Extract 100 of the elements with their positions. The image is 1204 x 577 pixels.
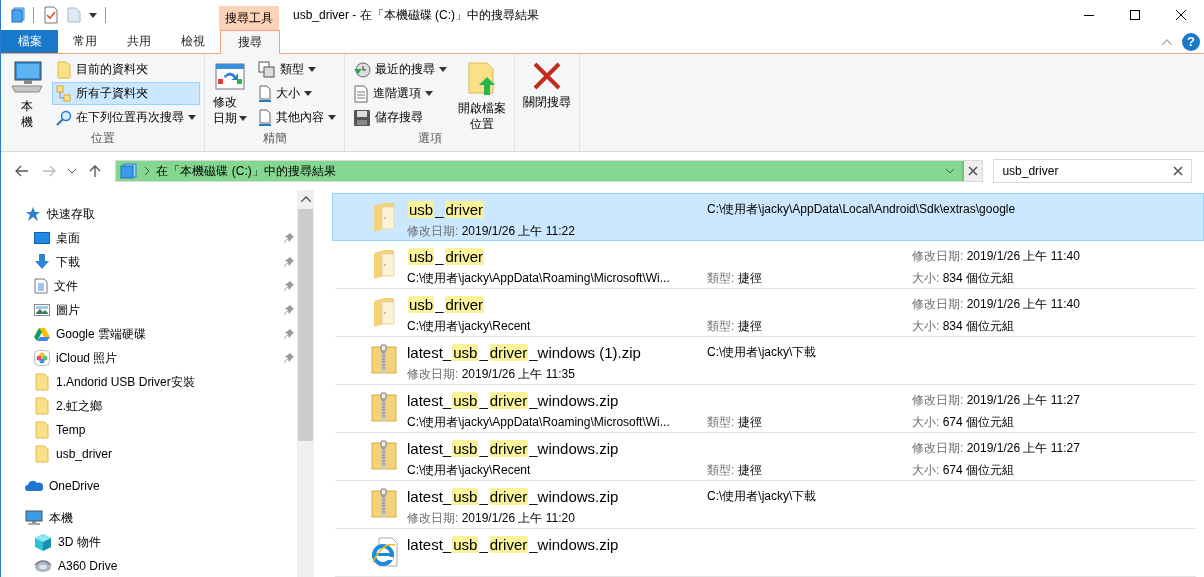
result-row[interactable]: latest_usb_driver_windows.zip xyxy=(335,529,1196,577)
pin-icon[interactable] xyxy=(283,328,295,340)
ribbon-tab[interactable]: 常用 xyxy=(58,30,112,53)
nav-item[interactable]: 2.虹之鄉 xyxy=(1,394,297,418)
calendar-icon xyxy=(215,61,245,91)
path-text: C:\使用者\jacky\AppData\Roaming\Microsoft\Wi... xyxy=(407,269,670,287)
group-label: 選項 xyxy=(417,131,442,145)
nav-item[interactable]: 本機 xyxy=(1,506,297,530)
result-row[interactable]: latest_usb_driver_windows.zip 修改日期: 2019/1/26 上午 11:27 C:\使用者\jacky\Recent 類型: 捷徑 大小: 674 個位元組 xyxy=(335,433,1196,481)
pin-icon[interactable] xyxy=(283,304,295,316)
web-file-icon xyxy=(371,536,399,568)
checklist-icon[interactable] xyxy=(43,6,59,24)
document-icon xyxy=(34,278,48,294)
help-button[interactable]: ? xyxy=(1182,32,1200,51)
pin-icon[interactable] xyxy=(283,232,295,244)
up-arrow-icon xyxy=(88,164,101,178)
nav-item[interactable]: 3D 物件 xyxy=(1,530,297,554)
ribbon-button[interactable]: 開啟檔案位置 xyxy=(454,58,510,130)
ribbon-button[interactable]: 所有子資料夾 xyxy=(52,82,200,105)
nav-item[interactable]: iCloud 照片 xyxy=(1,346,297,370)
recent-locations-caret-icon[interactable] xyxy=(67,168,76,174)
pin-icon[interactable] xyxy=(283,352,295,364)
ribbon-button[interactable]: 大小 xyxy=(254,82,340,105)
list-icon xyxy=(353,84,369,103)
dropdown-caret-icon[interactable] xyxy=(946,168,955,174)
ribbon-button[interactable]: 在下列位置再次搜尋 xyxy=(52,106,200,129)
result-row[interactable]: latest_usb_driver_windows (1).zip C:\使用者\jacky\下載 修改日期: 2019/1/26 上午 11:35 xyxy=(335,337,1196,385)
folder-icon xyxy=(56,60,72,79)
detail-text: 修改日期: 2019/1/26 上午 11:40 xyxy=(912,295,1080,313)
back-button[interactable] xyxy=(13,165,31,177)
ribbon-button[interactable]: 修改日期 xyxy=(209,58,251,130)
detail-text: 修改日期: 2019/1/26 上午 11:35 xyxy=(407,365,575,383)
folder-icon xyxy=(371,296,397,328)
nav-item[interactable]: 快速存取 xyxy=(1,202,297,226)
download-arrow-icon xyxy=(34,254,50,270)
ribbon-tab[interactable]: 檢視 xyxy=(166,30,220,53)
result-row[interactable]: latest_usb_driver_windows.zip C:\使用者\jacky\下載 修改日期: 2019/1/26 上午 11:20 xyxy=(335,481,1196,529)
group-label: 精簡 xyxy=(262,131,287,145)
ribbon-button[interactable]: 本機 xyxy=(5,58,49,130)
nav-item[interactable]: usb_driver xyxy=(1,442,297,466)
file-name: usb_driver xyxy=(407,295,486,313)
scrollbar[interactable] xyxy=(297,190,314,577)
ribbon-button[interactable]: 最近的搜尋 xyxy=(349,58,451,81)
pin-icon[interactable] xyxy=(283,256,295,268)
path-text: C:\使用者\jacky\Recent xyxy=(407,461,531,479)
ribbon-tab[interactable]: 搜尋 xyxy=(220,30,280,54)
picture-icon xyxy=(34,303,50,317)
detail-text: 修改日期: 2019/1/26 上午 11:27 xyxy=(912,439,1080,457)
nav-item[interactable]: 下載 xyxy=(1,250,297,274)
computer-icon xyxy=(9,61,45,95)
zip-folder-icon xyxy=(371,488,397,518)
cloud-icon xyxy=(25,480,43,492)
nav-item[interactable]: 文件 xyxy=(1,274,297,298)
nav-item[interactable]: 桌面 xyxy=(1,226,297,250)
photos-icon xyxy=(34,350,50,366)
nav-item[interactable]: 1.Andorid USB Driver安裝 xyxy=(1,370,297,394)
ribbon-tab[interactable]: 檔案 xyxy=(1,30,58,53)
folder-icon xyxy=(34,397,50,415)
context-tab-header: 搜尋工具 xyxy=(219,6,279,30)
ribbon-button[interactable]: 類型 xyxy=(254,58,340,81)
caret-icon[interactable] xyxy=(89,12,97,18)
chevron-icon[interactable] xyxy=(144,166,151,176)
stop-button[interactable] xyxy=(964,161,983,181)
folder-icon xyxy=(371,201,397,233)
folders-icon[interactable] xyxy=(9,7,25,23)
search-field[interactable]: usb_driver xyxy=(993,159,1192,183)
caret-icon xyxy=(188,115,196,120)
result-row[interactable]: usb_driver 修改日期: 2019/1/26 上午 11:40 C:\使用者\jacky\Recent 類型: 捷徑 大小: 834 個位元組 xyxy=(335,289,1196,337)
close-icon xyxy=(532,61,562,91)
detail-text: 類型: 捷徑 xyxy=(707,413,762,431)
ribbon-button[interactable]: 目前的資料夾 xyxy=(52,58,200,81)
result-row[interactable]: usb_driver C:\使用者\jacky\AppData\Local\Android\Sdk\extras\google 修改日期: 2019/1/26 上午 11:22 xyxy=(332,193,1204,241)
ribbon-button[interactable]: 關閉搜尋 xyxy=(519,58,575,130)
pages-icon xyxy=(258,60,276,79)
nav-item[interactable]: OneDrive xyxy=(1,474,297,498)
star-icon xyxy=(25,206,41,222)
search-text: usb_driver xyxy=(1002,164,1059,178)
collapse-caret-icon[interactable] xyxy=(1162,38,1172,45)
nav-item[interactable]: A360 Drive xyxy=(1,554,297,577)
cube-icon xyxy=(34,533,52,551)
ribbon-button[interactable]: 其他內容 xyxy=(254,106,340,129)
forward-button[interactable] xyxy=(40,165,58,177)
nav-item[interactable]: Temp xyxy=(1,418,297,442)
folder-icon xyxy=(34,373,50,391)
address-bar[interactable]: 在「本機磁碟 (C:)」中的搜尋結果 xyxy=(115,160,984,182)
ribbon-button[interactable]: 進階選項 xyxy=(349,82,451,105)
ribbon-button[interactable]: 儲存搜尋 xyxy=(349,106,451,129)
detail-text: 修改日期: 2019/1/26 上午 11:22 xyxy=(407,222,575,240)
pin-icon[interactable] xyxy=(283,280,295,292)
result-row[interactable]: usb_driver 修改日期: 2019/1/26 上午 11:40 C:\使用者\jacky\AppData\Roaming\Microsoft\Wi... 類型: 捷徑 大小: 834 個位元組 xyxy=(335,241,1196,289)
scroll-up-icon[interactable] xyxy=(300,195,311,202)
folder-icon xyxy=(371,248,397,280)
result-row[interactable]: latest_usb_driver_windows.zip 修改日期: 2019/1/26 上午 11:27 C:\使用者\jacky\AppData\Roaming\Microsoft\Wi... 類型: 捷徑 大小: 674 個位元組 xyxy=(335,385,1196,433)
toolbar-divider xyxy=(33,7,35,23)
ribbon-tab[interactable]: 共用 xyxy=(112,30,166,53)
drive-triangle-icon xyxy=(34,327,50,341)
clear-icon[interactable] xyxy=(1173,166,1183,176)
maximize-icon xyxy=(1130,10,1140,20)
nav-item[interactable]: 圖片 xyxy=(1,298,297,322)
nav-item[interactable]: Google 雲端硬碟 xyxy=(1,322,297,346)
